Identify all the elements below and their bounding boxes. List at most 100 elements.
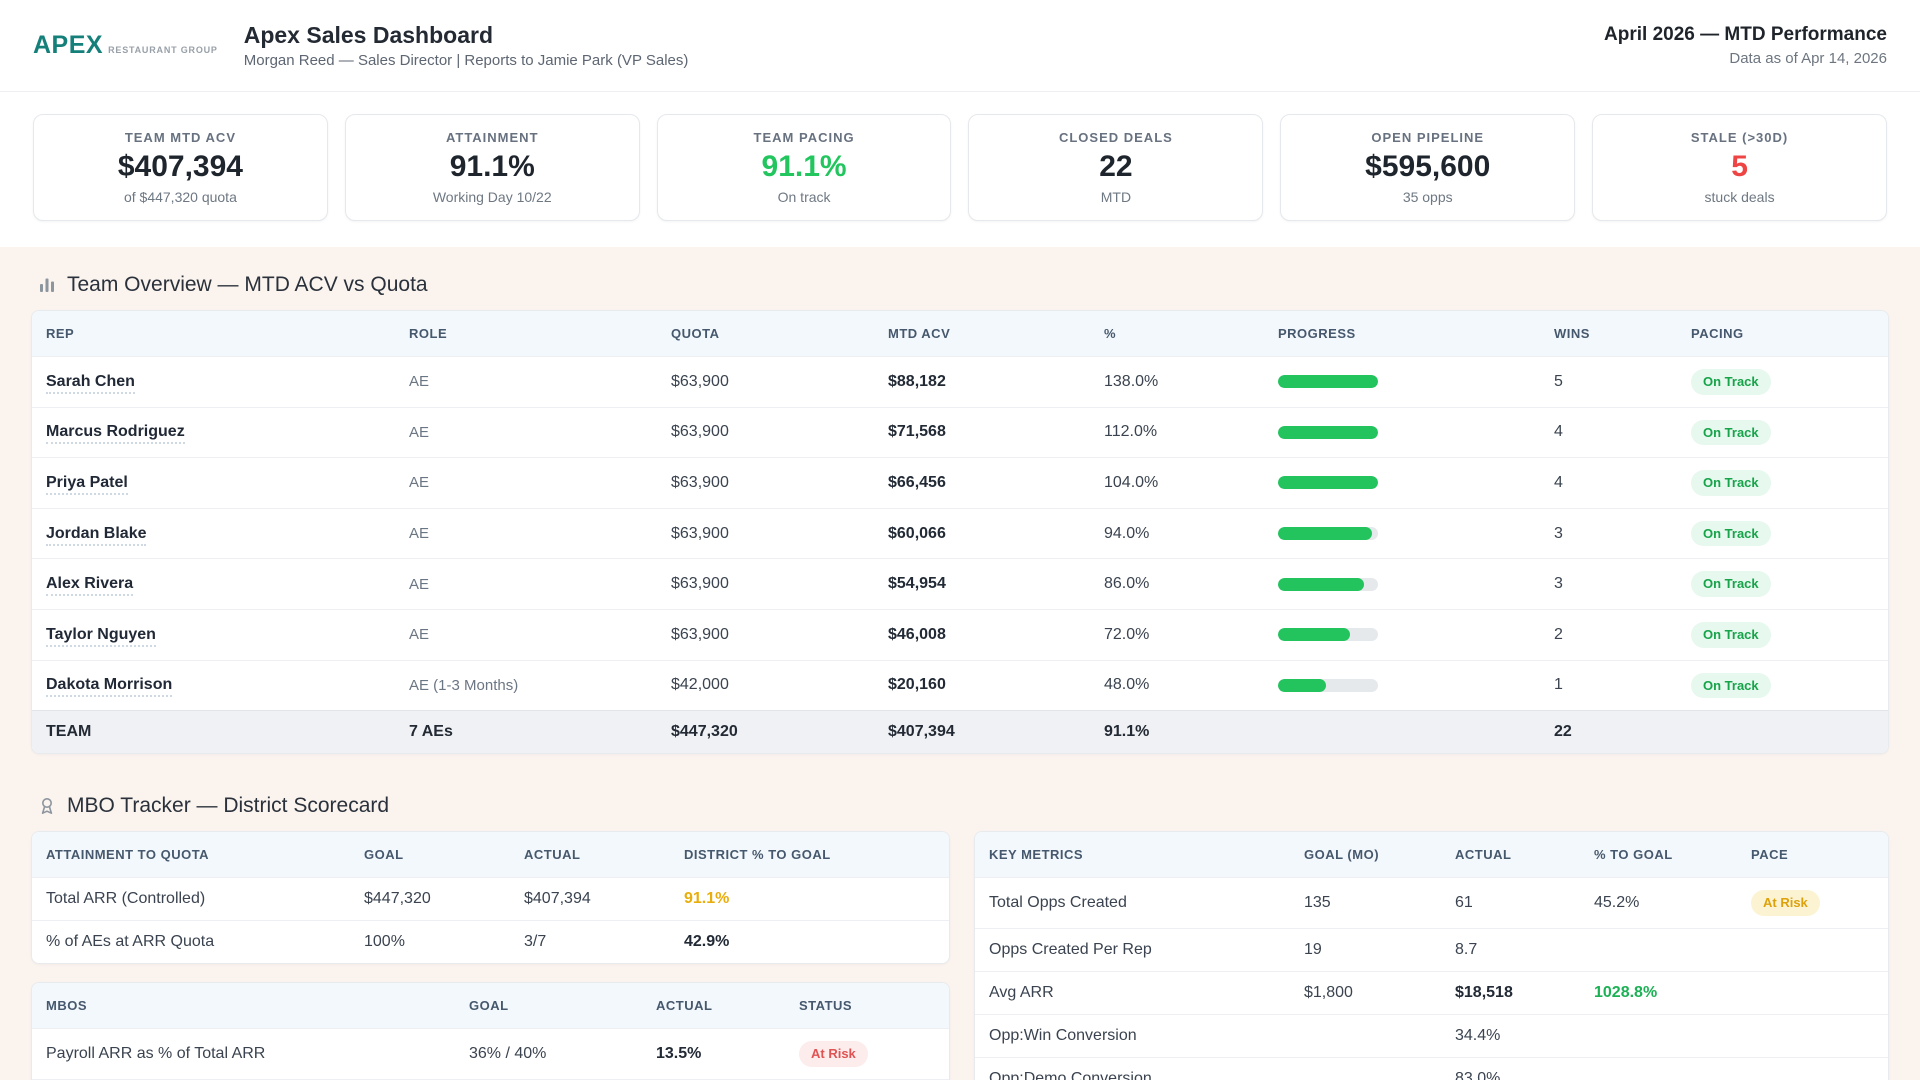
wins-cell: 2	[1554, 608, 1691, 661]
total-rep-cell: TEAM	[32, 710, 409, 754]
kpi-sub: Working Day 10/22	[432, 189, 552, 205]
quota-cell: $63,900	[671, 507, 888, 559]
pace-badge: At Risk	[1751, 890, 1820, 916]
quota-cell: $42,000	[671, 659, 888, 711]
team-row: Sarah Chen AE $63,900 $88,182 138.0% 5 On Trac…	[32, 356, 1888, 408]
pacing-badge: On Track	[1691, 621, 1771, 648]
column-header-attainment-to-quota: ATTAINMENT TO QUOTA	[32, 832, 364, 878]
metric-label-cell: Total Opps Created	[975, 877, 1304, 929]
column-header-goal-mo: GOAL (MO)	[1304, 832, 1455, 878]
goal-cell: 135	[1304, 877, 1455, 929]
team-total-row: TEAM 7 AEs $447,320 $407,394 91.1% 22	[32, 710, 1888, 754]
pct-to-goal-cell	[1594, 927, 1751, 972]
key-metric-row: Total Opps Created 135 61 45.2% At Risk	[975, 877, 1888, 929]
progress-track	[1278, 425, 1378, 439]
pacing-cell: On Track	[1691, 659, 1888, 711]
actual-cell: $18,518	[1455, 970, 1594, 1015]
medal-icon	[37, 796, 57, 816]
metric-label-cell: % of AEs at ARR Quota	[32, 920, 364, 964]
pct-cell: 86.0%	[1104, 558, 1278, 610]
goal-cell: 36% / 40%	[469, 1028, 656, 1080]
team-row: Priya Patel AE $63,900 $66,456 104.0% 4 On Tra…	[32, 457, 1888, 509]
kpi-sub: stuck deals	[1704, 189, 1775, 205]
goal-cell	[1304, 1056, 1455, 1080]
attainment-row: Total ARR (Controlled) $447,320 $407,394 91…	[32, 877, 949, 921]
period-label: April 2026 — MTD Performance	[1604, 24, 1887, 45]
kpi-label: TEAM MTD ACV	[124, 130, 236, 145]
key-metric-row: Avg ARR $1,800 $18,518 1028.8%	[975, 970, 1888, 1015]
role-cell: AE	[409, 457, 671, 509]
goal-cell: $1,800	[1304, 970, 1455, 1015]
kpi-card-team-pacing: TEAM PACING 91.1% On track	[656, 114, 952, 221]
kpi-value: 5	[1731, 150, 1748, 183]
pacing-cell: On Track	[1691, 507, 1888, 559]
pacing-badge: On Track	[1691, 672, 1771, 699]
pct-to-goal-cell	[1594, 1056, 1751, 1080]
mtd-acv-cell: $60,066	[888, 507, 1104, 559]
progress-fill	[1278, 425, 1378, 439]
actual-cell: 34.4%	[1455, 1013, 1594, 1058]
column-header-progress: PROGRESS	[1278, 311, 1554, 357]
key-metrics-head-row: KEY METRICS GOAL (MO) ACTUAL% TO GOAL PACE	[975, 832, 1888, 878]
goal-cell: 19	[1304, 927, 1455, 972]
progress-fill	[1278, 628, 1350, 642]
kpi-card-open-pipeline: OPEN PIPELINE $595,600 35 opps	[1280, 114, 1576, 221]
progress-fill	[1278, 527, 1372, 541]
kpi-value: 91.1%	[761, 150, 847, 183]
quota-cell: $63,900	[671, 406, 888, 458]
actual-cell: 13.5%	[656, 1028, 799, 1080]
metric-label-cell: Total ARR (Controlled)	[32, 877, 364, 921]
app-header: APEX RESTAURANT GROUP Apex Sales Dashboa…	[0, 0, 1920, 92]
rep-name[interactable]: Dakota Morrison	[46, 676, 173, 698]
pacing-badge: On Track	[1691, 470, 1771, 496]
rep-name[interactable]: Marcus Rodriguez	[46, 423, 185, 445]
column-header-rep: REP	[32, 311, 409, 357]
metric-label-cell: Opps Created Per Rep	[975, 927, 1304, 972]
progress-cell	[1278, 558, 1554, 610]
attainment-table: ATTAINMENT TO QUOTA GOAL ACTUAL DISTRICT % …	[32, 832, 949, 964]
pct-cell: 104.0%	[1104, 457, 1278, 509]
pacing-cell: On Track	[1691, 356, 1888, 408]
progress-fill	[1278, 678, 1326, 692]
column-header-actual: ACTUAL	[656, 983, 799, 1029]
total-mtd-acv-cell: $407,394	[888, 710, 1104, 754]
pacing-cell: On Track	[1691, 406, 1888, 458]
mtd-acv-cell: $88,182	[888, 356, 1104, 408]
district-pct-cell: 91.1%	[684, 877, 949, 921]
kpi-card-attainment: ATTAINMENT 91.1% Working Day 10/22	[344, 114, 640, 221]
rep-name[interactable]: Sarah Chen	[46, 372, 135, 394]
role-cell: AE	[409, 507, 671, 559]
pct-cell: 138.0%	[1104, 356, 1278, 408]
district-pct-cell: 42.9%	[684, 920, 949, 964]
attainment-body: Total ARR (Controlled) $447,320 $407,394 91…	[32, 877, 949, 964]
progress-track	[1278, 678, 1378, 692]
kpi-value: 22	[1099, 150, 1133, 183]
progress-track	[1278, 628, 1378, 642]
key-metric-row: Opps Created Per Rep 19 8.7	[975, 927, 1888, 972]
total-role-cell: 7 AEs	[409, 710, 671, 754]
rep-name[interactable]: Priya Patel	[46, 473, 128, 495]
kpi-label: TEAM PACING	[753, 130, 855, 145]
pacing-cell: On Track	[1691, 558, 1888, 610]
progress-track	[1278, 375, 1378, 389]
team-overview-table: REP ROLE QUOTA MTD ACV% PROGRESS WINS PACING S…	[32, 311, 1888, 754]
rep-name[interactable]: Taylor Nguyen	[46, 625, 156, 647]
metric-label-cell: Avg ARR	[975, 970, 1304, 1015]
wins-cell: 1	[1554, 659, 1691, 711]
key-metrics-table: KEY METRICS GOAL (MO) ACTUAL% TO GOAL PACE …	[975, 832, 1888, 1080]
actual-cell: 8.7	[1455, 927, 1594, 972]
progress-track	[1278, 476, 1378, 490]
team-table-head-row: REP ROLE QUOTA MTD ACV% PROGRESS WINS PACING	[32, 311, 1888, 357]
progress-cell	[1278, 406, 1554, 458]
rep-cell: Jordan Blake	[32, 507, 409, 559]
rep-name[interactable]: Alex Rivera	[46, 575, 134, 597]
total-pct-cell: 91.1%	[1104, 710, 1278, 754]
rep-name[interactable]: Jordan Blake	[46, 524, 147, 546]
pace-cell	[1751, 970, 1888, 1015]
brand-logo: APEX RESTAURANT GROUP	[33, 31, 218, 60]
kpi-strip: TEAM MTD ACV $407,394 of $447,320 quota ATT…	[0, 92, 1920, 247]
column-header-actual: ACTUAL	[1455, 832, 1594, 878]
column-header-role: ROLE	[409, 311, 671, 357]
attainment-card: ATTAINMENT TO QUOTA GOAL ACTUAL DISTRICT % …	[31, 831, 950, 965]
progress-fill	[1278, 476, 1378, 490]
